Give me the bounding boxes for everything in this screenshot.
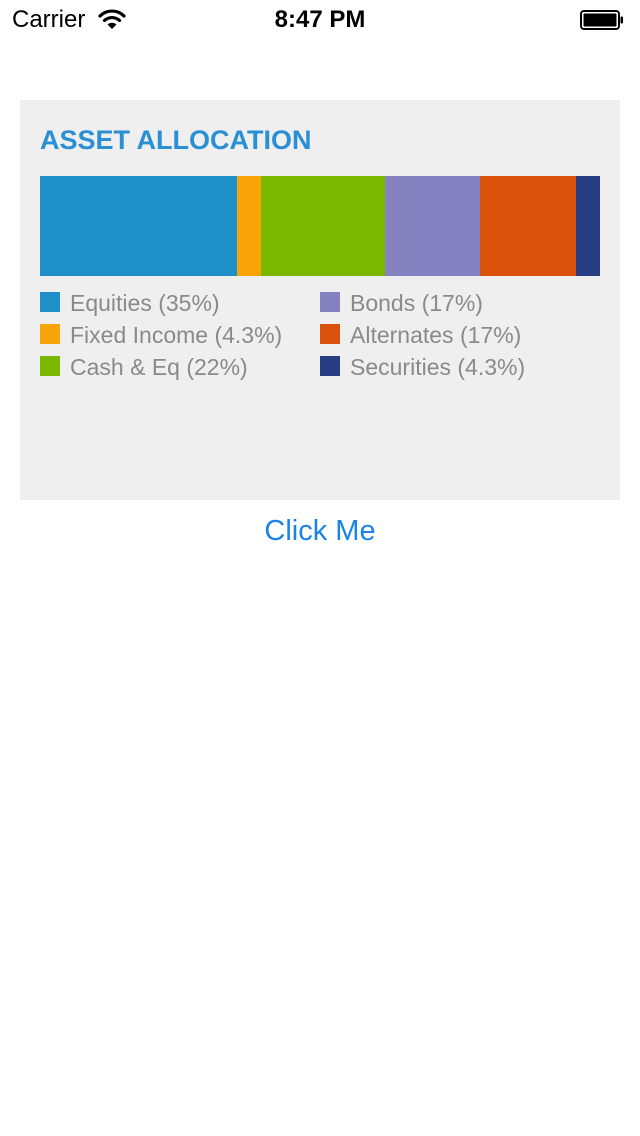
legend-swatch [320, 324, 340, 344]
legend-label: Securities (4.3%) [350, 354, 526, 380]
bar-segment-cash-eq [260, 176, 385, 276]
bar-segment-alternates [480, 176, 576, 276]
legend-label: Equities (35%) [70, 290, 220, 316]
legend-label: Cash & Eq (22%) [70, 354, 248, 380]
click-me-button[interactable]: Click Me [220, 510, 420, 552]
legend-label: Bonds (17%) [350, 290, 483, 316]
status-time: 8:47 PM [274, 6, 366, 33]
legend-swatch [320, 292, 340, 312]
status-bar: Carrier 8:47 PM [0, 0, 640, 40]
legend-swatch [40, 356, 60, 376]
legend-swatch [40, 292, 60, 312]
legend-swatch [320, 356, 340, 376]
legend-label: Alternates (17%) [350, 322, 522, 348]
bar-segment-equities [40, 176, 237, 276]
bar-segment-securities [575, 176, 600, 276]
asset-allocation-card: ASSET ALLOCATION Equities (35%) Fixed Inc… [20, 100, 620, 500]
allocation-stacked-bar [40, 176, 600, 276]
bar-segment-fixed-income [236, 176, 261, 276]
card-title: ASSET ALLOCATION [40, 125, 312, 155]
battery-icon [580, 10, 623, 30]
bar-segment-bonds [384, 176, 481, 276]
legend-swatch [40, 324, 60, 344]
legend-label: Fixed Income (4.3%) [70, 322, 283, 348]
